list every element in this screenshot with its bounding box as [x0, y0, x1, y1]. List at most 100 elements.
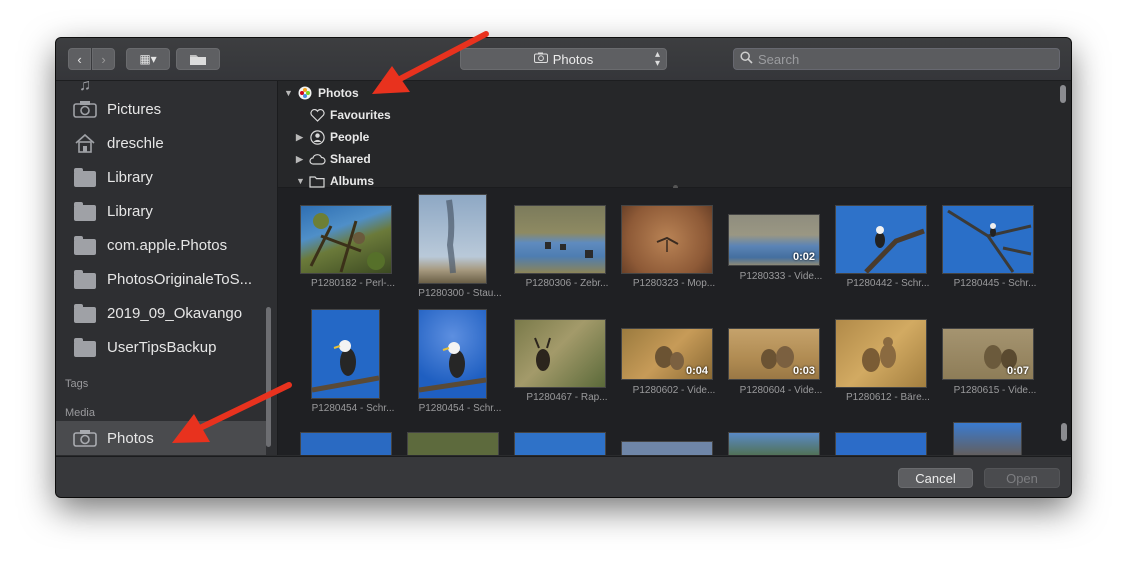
cloud-icon: [308, 153, 326, 165]
photo-thumbnail: [835, 319, 927, 388]
new-folder-icon: [190, 55, 206, 65]
photo-thumbnail[interactable]: [407, 432, 499, 455]
camera-icon: [73, 99, 97, 119]
outline-row-shared[interactable]: ▶ Shared: [296, 149, 371, 169]
photo-thumbnail: [942, 205, 1034, 274]
photo-thumbnail[interactable]: [728, 432, 820, 455]
sidebar-item-label: PhotosOriginaleToS...: [107, 270, 253, 288]
photo-thumbnail[interactable]: [514, 432, 606, 455]
sidebar-section-tags: Tags: [65, 378, 89, 390]
sidebar-item-library[interactable]: Library: [56, 160, 266, 194]
camera-icon: [533, 52, 548, 66]
folder-icon: [73, 269, 97, 289]
photo-caption: P1280323 - Mop...: [632, 278, 716, 289]
outline-row-people[interactable]: ▶ People: [296, 127, 369, 147]
chevron-right-icon: ›: [101, 51, 106, 67]
photo-caption: P1280445 - Schr...: [953, 278, 1037, 289]
sidebar-item-photosoriginale[interactable]: PhotosOriginaleToS...: [56, 262, 266, 296]
grid-scrollbar[interactable]: [1061, 423, 1067, 441]
disclosure-down-icon[interactable]: ▼: [296, 176, 308, 186]
photo-caption: P1280182 - Perl-...: [311, 278, 395, 289]
sidebar-item-com-apple-photos[interactable]: com.apple.Photos: [56, 228, 266, 262]
sidebar-item-label: 2019_09_Okavango: [107, 304, 243, 322]
photo-thumbnail: [418, 194, 487, 284]
sidebar-item-label: Library: [107, 202, 153, 220]
photo-caption: P1280300 - Stau...: [418, 288, 502, 299]
dialog-toolbar: ‹ › ▦▾ Photos ▴ ▾: [56, 38, 1071, 81]
folder-icon: [73, 303, 97, 323]
photo-thumbnail: [300, 205, 392, 274]
sidebar-scrollbar[interactable]: [266, 307, 271, 447]
disclosure-down-icon[interactable]: ▼: [284, 88, 296, 98]
photo-caption: P1280467 - Rap...: [526, 392, 608, 403]
outline-row-favourites[interactable]: Favourites: [308, 105, 391, 125]
photo-thumbnail: [418, 309, 487, 399]
outline-label: Photos: [318, 86, 359, 100]
photo-caption: P1280454 - Schr...: [311, 403, 395, 414]
sidebar-item-home[interactable]: dreschle: [56, 126, 266, 160]
dialog-footer: Cancel Open: [56, 456, 1071, 497]
photo-thumbnail[interactable]: [835, 432, 927, 455]
source-dropdown-value: Photos: [552, 51, 594, 67]
folder-icon: [73, 337, 97, 357]
forward-button[interactable]: ›: [92, 48, 115, 70]
photo-thumbnail[interactable]: [953, 422, 1022, 455]
cancel-button[interactable]: Cancel: [898, 468, 973, 488]
search-icon: [740, 51, 753, 67]
sidebar-item-label: Pictures: [107, 100, 162, 118]
photo-thumbnail: 0:02: [728, 214, 820, 266]
folder-icon: [73, 167, 97, 187]
sidebar-item-library-2[interactable]: Library: [56, 194, 266, 228]
photo-thumbnail: 0:03: [728, 328, 820, 380]
photo-thumbnail: 0:07: [942, 328, 1034, 380]
sidebar-item-label: Photos: [107, 429, 154, 447]
search-field[interactable]: [733, 48, 1060, 70]
photo-caption: P1280602 - Vide...: [632, 385, 716, 396]
outline-label: Albums: [330, 174, 375, 188]
outline-label: Shared: [330, 152, 371, 166]
video-duration: 0:02: [792, 251, 815, 263]
photo-caption: P1280615 - Vide...: [953, 385, 1037, 396]
person-icon: [308, 129, 326, 145]
sidebar-item-label: UserTipsBackup: [107, 338, 217, 356]
photo-grid: P1280182 - Perl-... P1280300 - Stau... P…: [278, 188, 1071, 455]
sidebar-item-pictures[interactable]: Pictures: [56, 92, 266, 126]
photos-open-dialog: ‹ › ▦▾ Photos ▴▾ ♫: [56, 38, 1071, 497]
folder-icon: [73, 235, 97, 255]
photo-caption: P1280612 - Bäre...: [846, 392, 930, 403]
photo-thumbnail: [621, 205, 713, 274]
photos-outline: ▼ Photos Favourites ▶ People ▶ Shared ▼ …: [278, 81, 1071, 190]
photo-thumbnail[interactable]: [300, 432, 392, 455]
photo-thumbnail: [311, 309, 380, 399]
outline-label: Favourites: [330, 108, 391, 122]
disclosure-right-icon[interactable]: ▶: [296, 132, 308, 143]
photo-thumbnail: [514, 205, 606, 274]
photo-caption: P1280442 - Schr...: [846, 278, 930, 289]
photo-thumbnail: [835, 205, 927, 274]
sidebar-item-label: dreschle: [107, 134, 164, 152]
new-folder-button[interactable]: [176, 48, 220, 70]
back-button[interactable]: ‹: [68, 48, 91, 70]
disclosure-right-icon[interactable]: ▶: [296, 154, 308, 165]
sidebar-item-okavango[interactable]: 2019_09_Okavango: [56, 296, 266, 330]
photo-thumbnail: 0:04: [621, 328, 713, 380]
photos-app-icon: [296, 86, 314, 100]
sidebar: ♫ Pictures dreschle Library Library com.…: [56, 81, 278, 455]
open-button[interactable]: Open: [984, 468, 1060, 488]
photo-caption: P1280306 - Zebr...: [525, 278, 609, 289]
sidebar-item-label: com.apple.Photos: [107, 236, 228, 254]
outline-row-photos[interactable]: ▼ Photos: [284, 83, 359, 103]
home-icon: [73, 133, 97, 153]
sidebar-item-photos[interactable]: Photos: [56, 421, 266, 455]
outline-scrollbar[interactable]: [1060, 85, 1066, 103]
search-input[interactable]: [758, 51, 1038, 67]
sidebar-item-usertipsbackup[interactable]: UserTipsBackup: [56, 330, 266, 364]
photo-thumbnail[interactable]: [621, 441, 713, 455]
sidebar-section-media: Media: [65, 407, 95, 419]
photo-caption: P1280454 - Schr...: [418, 403, 502, 414]
folder-icon: [73, 201, 97, 221]
updown-chevron-icon: ▴ ▾: [654, 49, 660, 69]
view-mode-button[interactable]: ▦▾: [126, 48, 170, 70]
source-dropdown[interactable]: Photos ▴ ▾: [460, 48, 667, 70]
photo-thumbnail: [514, 319, 606, 388]
